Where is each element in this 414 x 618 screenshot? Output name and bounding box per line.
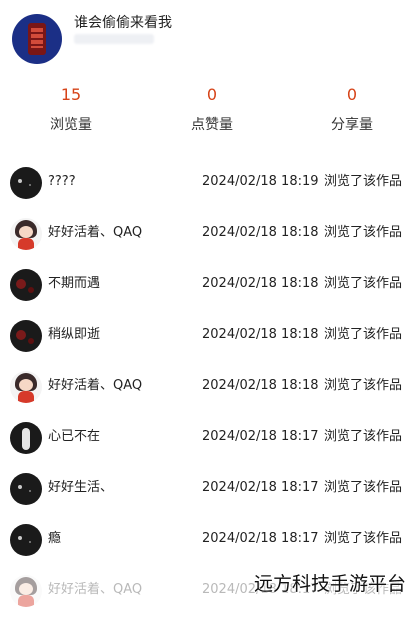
list-item[interactable]: 稍纵即逝 2024/02/18 18:18 浏览了该作品 (0, 311, 414, 363)
list-item[interactable]: 好好活着、QAQ 2024/02/18 18:18 浏览了该作品 (0, 362, 414, 414)
red-splash-avatar-icon[interactable] (10, 320, 42, 352)
visitor-name: 瘾 (48, 531, 62, 546)
visit-time: 2024/02/18 18:18 (202, 276, 319, 291)
list-item[interactable]: 瘾 2024/02/18 18:17 浏览了该作品 (0, 515, 414, 567)
girl-avatar-icon[interactable] (10, 371, 42, 403)
stat-label: 浏览量 (50, 117, 92, 133)
visitor-name: 心已不在 (48, 429, 101, 444)
visit-time: 2024/02/18 18:18 (202, 225, 319, 240)
visitor-name: 好好生活、 (48, 480, 114, 495)
visitor-name: 好好活着、QAQ (48, 582, 143, 597)
visitor-name: ???? (48, 174, 76, 189)
visit-action: 浏览了该作品 (324, 276, 403, 291)
phone-icon (28, 23, 46, 55)
blurred-subtitle (74, 34, 154, 44)
stat-label: 点赞量 (191, 117, 233, 133)
visit-time: 2024/02/18 18:19 (202, 174, 319, 189)
visit-time: 2024/02/18 18:17 (202, 480, 319, 495)
dark-avatar-icon[interactable] (10, 167, 42, 199)
watermark: 远方科技手游平台 (253, 573, 406, 595)
list-item[interactable]: 好好活着、QAQ 2024/02/18 18:18 浏览了该作品 (0, 209, 414, 261)
visit-action: 浏览了该作品 (324, 531, 403, 546)
visitor-name: 好好活着、QAQ (48, 378, 143, 393)
visitor-name: 不期而遇 (48, 276, 101, 291)
page-title: 谁会偷偷来看我 (74, 15, 172, 31)
stat-value: 15 (60, 85, 82, 104)
visit-action: 浏览了该作品 (324, 429, 403, 444)
visit-time: 2024/02/18 18:17 (202, 531, 319, 546)
stats-bar: 15 浏览量 0 点赞量 0 分享量 (0, 84, 414, 144)
visit-action: 浏览了该作品 (324, 378, 403, 393)
silhouette-avatar-icon[interactable] (10, 422, 42, 454)
stat-value: 0 (346, 85, 358, 104)
visitor-name: 稍纵即逝 (48, 327, 101, 342)
list-item[interactable]: 好好生活、 2024/02/18 18:17 浏览了该作品 (0, 464, 414, 516)
visit-time: 2024/02/18 18:18 (202, 327, 319, 342)
profile-avatar[interactable] (12, 14, 62, 64)
red-splash-avatar-icon[interactable] (10, 269, 42, 301)
list-item[interactable]: 心已不在 2024/02/18 18:17 浏览了该作品 (0, 413, 414, 465)
stat-value: 0 (206, 85, 218, 104)
list-item[interactable]: 不期而遇 2024/02/18 18:18 浏览了该作品 (0, 260, 414, 312)
visitor-name: 好好活着、QAQ (48, 225, 143, 240)
girl-avatar-icon[interactable] (10, 575, 42, 607)
stat-label: 分享量 (331, 117, 373, 133)
visit-time: 2024/02/18 18:18 (202, 378, 319, 393)
profile-header: 谁会偷偷来看我 (0, 0, 414, 80)
girl-avatar-icon[interactable] (10, 218, 42, 250)
dark-avatar-icon[interactable] (10, 524, 42, 556)
visit-action: 浏览了该作品 (324, 327, 403, 342)
stat-shares: 0 分享量 (297, 84, 407, 134)
visit-time: 2024/02/18 18:17 (202, 429, 319, 444)
list-item[interactable]: ???? 2024/02/18 18:19 浏览了该作品 (0, 158, 414, 210)
visit-action: 浏览了该作品 (324, 174, 403, 189)
stat-views: 15 浏览量 (16, 84, 126, 134)
visit-action: 浏览了该作品 (324, 225, 403, 240)
stat-likes: 0 点赞量 (157, 84, 267, 134)
dark-avatar-icon[interactable] (10, 473, 42, 505)
visit-action: 浏览了该作品 (324, 480, 403, 495)
